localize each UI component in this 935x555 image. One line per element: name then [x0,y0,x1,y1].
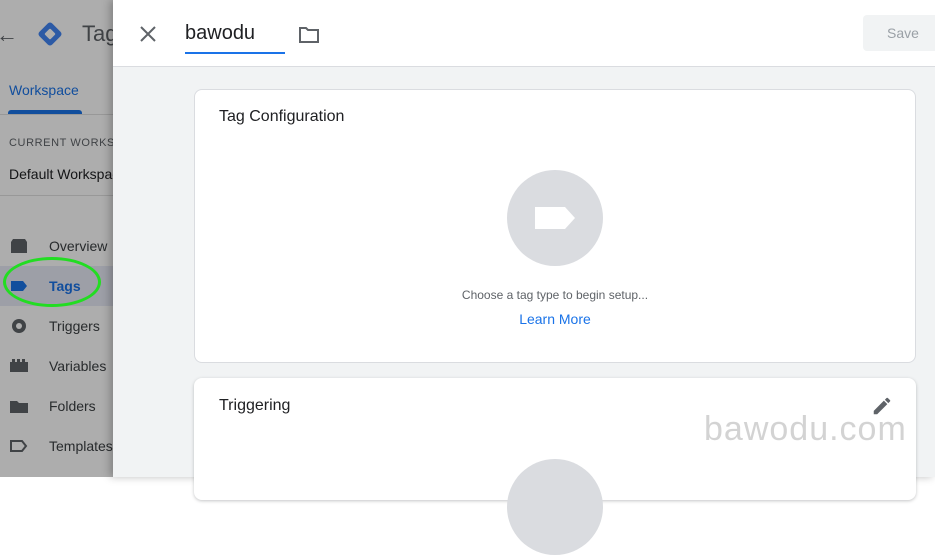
trigger-placeholder[interactable] [507,459,603,555]
learn-more-link[interactable]: Learn More [195,311,915,327]
tag-type-placeholder[interactable] [507,170,603,266]
close-icon[interactable] [136,22,160,46]
tag-configuration-card[interactable]: Tag Configuration Choose a tag type to b… [194,89,916,363]
tag-configuration-title: Tag Configuration [219,108,345,125]
editor-header: bawodu Save [113,0,935,67]
folder-icon[interactable] [298,25,320,45]
tag-name-field[interactable]: bawodu [185,18,285,54]
triggering-title: Triggering [219,397,291,414]
save-button[interactable]: Save [863,15,935,51]
watermark: bawodu.com [704,410,907,448]
tag-editor-sheet: bawodu Save Tag Configuration Choose a t… [113,0,935,555]
tag-name-value[interactable]: bawodu [185,22,255,45]
tag-type-hint: Choose a tag type to begin setup... [461,288,649,302]
annotation-highlight-ellipse [3,257,101,307]
tag-icon [535,207,575,229]
